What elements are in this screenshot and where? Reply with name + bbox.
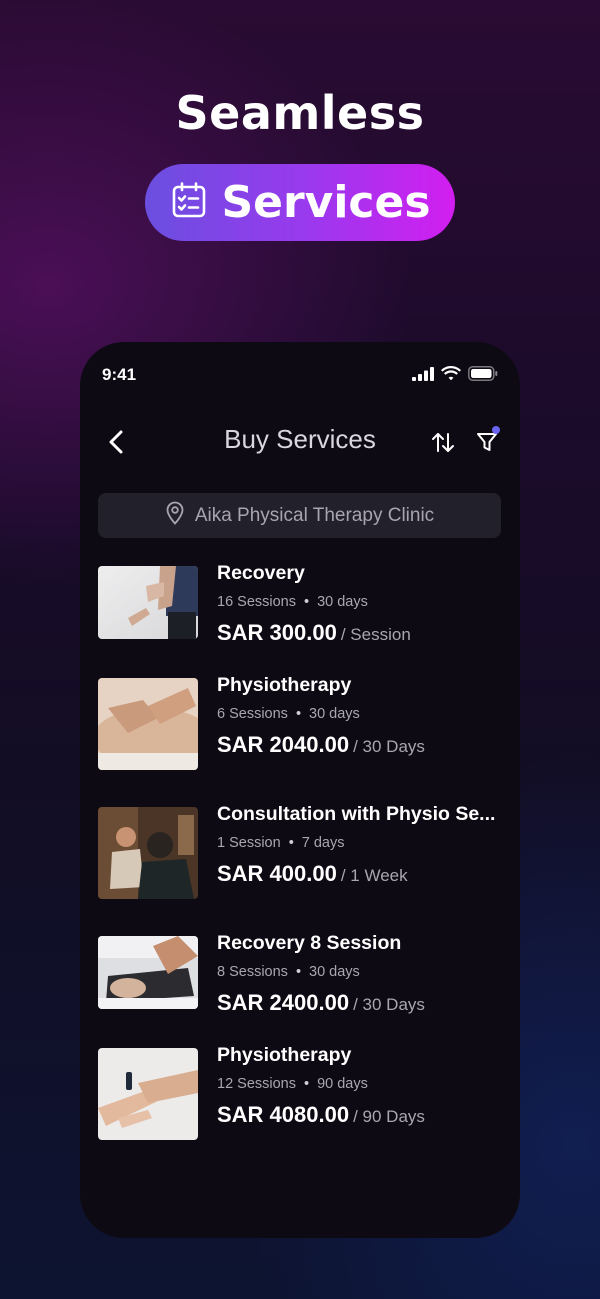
service-price: SAR 300.00/ Session	[217, 620, 411, 646]
service-thumbnail	[98, 678, 198, 770]
service-name: Physiotherapy	[217, 1044, 352, 1066]
hero-title: Seamless	[175, 86, 425, 140]
service-name: Recovery	[217, 562, 305, 584]
location-selector[interactable]: Aika Physical Therapy Clinic	[98, 493, 501, 538]
status-icons	[412, 366, 498, 386]
service-price: SAR 4080.00/ 90 Days	[217, 1102, 425, 1128]
price-unit: / 1 Week	[340, 866, 408, 885]
nav-bar: Buy Services	[80, 414, 520, 470]
sort-icon	[430, 433, 456, 462]
service-price: SAR 400.00/ 1 Week	[217, 861, 408, 887]
service-thumbnail	[98, 807, 198, 899]
service-thumbnail	[98, 1048, 198, 1140]
service-duration: 30 days	[309, 706, 360, 722]
price-unit: / 30 Days	[353, 995, 425, 1014]
wifi-icon	[441, 366, 461, 386]
service-sessions: 16 Sessions	[217, 594, 296, 610]
service-duration: 7 days	[301, 835, 345, 851]
service-sessions: 8 Sessions	[217, 964, 288, 980]
service-name: Physiotherapy	[217, 674, 352, 696]
price-amount: SAR 400.00	[217, 861, 337, 886]
price-amount: SAR 4080.00	[217, 1102, 350, 1127]
price-amount: SAR 2400.00	[217, 990, 350, 1015]
service-sessions: 6 Sessions	[217, 706, 288, 722]
service-duration: 90 days	[317, 1076, 368, 1092]
service-duration: 30 days	[317, 594, 368, 610]
price-unit: / 30 Days	[353, 737, 425, 756]
checklist-icon	[169, 180, 209, 225]
service-sessions: 1 Session	[217, 835, 281, 851]
battery-icon	[468, 366, 498, 386]
status-time: 9:41	[102, 365, 137, 384]
signal-icon	[412, 366, 434, 386]
service-thumbnail	[98, 566, 198, 639]
hero-pill-label: Services	[221, 177, 431, 228]
service-meta: 6 Sessions • 30 days	[217, 706, 360, 722]
service-meta: 1 Session • 7 days	[217, 835, 345, 851]
service-meta: 16 Sessions • 30 days	[217, 594, 368, 610]
price-unit: / 90 Days	[353, 1107, 425, 1126]
price-amount: SAR 300.00	[217, 620, 337, 645]
hero-pill: Services	[145, 164, 455, 241]
price-unit: / Session	[340, 625, 411, 644]
service-meta: 12 Sessions • 90 days	[217, 1076, 368, 1092]
service-price: SAR 2400.00/ 30 Days	[217, 990, 425, 1016]
service-name: Recovery 8 Session	[217, 932, 402, 954]
service-price: SAR 2040.00/ 30 Days	[217, 732, 425, 758]
filter-active-dot	[492, 426, 500, 434]
service-thumbnail	[98, 936, 198, 1009]
sort-button[interactable]	[430, 426, 456, 458]
service-sessions: 12 Sessions	[217, 1076, 296, 1092]
status-bar: 9:41	[80, 342, 520, 406]
phone-screen: 9:41 Buy Services Aika Physical Therapy …	[80, 342, 520, 1238]
service-meta: 8 Sessions • 30 days	[217, 964, 360, 980]
service-duration: 30 days	[309, 964, 360, 980]
location-pin-icon	[165, 501, 185, 530]
service-name: Consultation with Physio Se...	[217, 803, 496, 825]
price-amount: SAR 2040.00	[217, 732, 350, 757]
location-name: Aika Physical Therapy Clinic	[194, 504, 435, 526]
filter-icon	[474, 433, 502, 462]
